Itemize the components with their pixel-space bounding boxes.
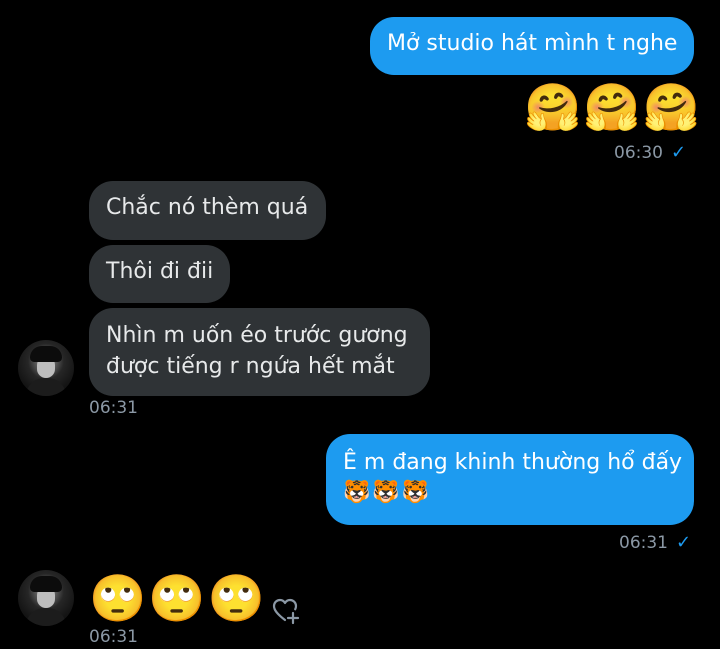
timestamp-text: 06:30 (614, 143, 663, 163)
message-bubble-outgoing[interactable]: Ê m đang khinh thường hổ đấy 🐯🐯🐯 (326, 434, 694, 525)
tiger-emoji: 🐯🐯🐯 (343, 480, 432, 505)
avatar-hair-shape (30, 576, 62, 592)
message-line: Nhìn m uốn éo trước gương (106, 323, 408, 348)
message-bubble-outgoing[interactable]: Mở studio hát mình t nghe (370, 17, 694, 75)
message-text: Chắc nó thèm quá (106, 195, 309, 220)
timestamp-text: 06:31 (89, 398, 138, 418)
message-bubble-incoming[interactable]: Chắc nó thèm quá (89, 181, 326, 240)
timestamp-text: 06:31 (619, 533, 668, 553)
avatar-body-shape (26, 608, 66, 626)
timestamp: 06:31 (89, 398, 138, 418)
timestamp-text: 06:31 (89, 627, 138, 647)
hugging-emoji: 🤗🤗🤗 (524, 80, 702, 134)
message-text: Thôi đi đii (106, 259, 214, 284)
timestamp: 06:31 (89, 627, 138, 647)
timestamp: 06:30 ✓ (614, 142, 686, 163)
avatar-body-shape (26, 378, 66, 396)
message-bubble-incoming[interactable]: Nhìn m uốn éo trước gương được tiếng r n… (89, 308, 430, 396)
contact-avatar[interactable] (18, 340, 74, 396)
check-icon: ✓ (671, 142, 687, 163)
check-icon: ✓ (676, 532, 692, 553)
avatar-hair-shape (30, 346, 62, 362)
emoji-message[interactable]: 🙄🙄🙄 (89, 571, 267, 625)
contact-avatar[interactable] (18, 570, 74, 626)
eye-roll-emoji: 🙄🙄🙄 (89, 571, 267, 625)
heart-add-icon[interactable] (271, 596, 301, 626)
message-text: Mở studio hát mình t nghe (387, 31, 678, 56)
timestamp: 06:31 ✓ (619, 532, 691, 553)
message-line: Ê m đang khinh thường hổ đấy (343, 450, 683, 475)
message-bubble-incoming[interactable]: Thôi đi đii (89, 245, 230, 303)
message-line: được tiếng r ngứa hết mắt (106, 354, 395, 379)
emoji-message[interactable]: 🤗🤗🤗 (524, 80, 702, 134)
